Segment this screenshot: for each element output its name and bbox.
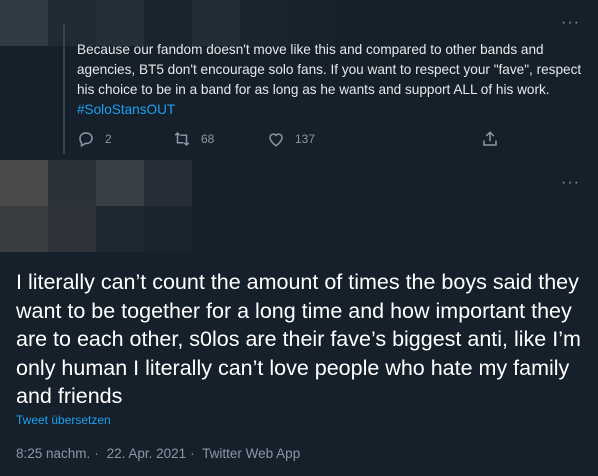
tweet-thread: ··· Because our fandom doesn't move like… <box>0 0 598 476</box>
like-count: 137 <box>295 132 316 146</box>
reply-button[interactable]: 2 <box>77 130 112 148</box>
share-button[interactable] <box>481 130 499 148</box>
tweet-time[interactable]: 8:25 nachm. <box>16 446 90 461</box>
tweet-date[interactable]: 22. Apr. 2021 <box>107 446 187 461</box>
main-tweet: ··· I literally can’t count the amount o… <box>0 160 598 476</box>
translate-tweet-link[interactable]: Tweet übersetzen <box>16 413 111 427</box>
retweet-button[interactable]: 68 <box>173 130 214 148</box>
meta-separator: · <box>190 446 195 461</box>
reply-tweet-body: Because our fandom doesn't move like thi… <box>77 42 582 97</box>
reply-icon <box>79 132 93 148</box>
like-button[interactable]: 137 <box>267 130 315 148</box>
tweet-metadata: 8:25 nachm. · 22. Apr. 2021 · Twitter Web … <box>16 446 304 461</box>
meta-separator: · <box>94 446 99 461</box>
reply-tweet-text: Because our fandom doesn't move like thi… <box>77 40 582 120</box>
main-tweet-text: I literally can’t count the amount of ti… <box>16 270 581 408</box>
retweet-icon <box>174 131 190 147</box>
tweet-actions: 2 68 137 <box>77 130 517 154</box>
blurred-author-name[interactable] <box>0 206 192 252</box>
reply-count: 2 <box>105 132 112 146</box>
blurred-author-avatar[interactable] <box>0 160 192 206</box>
heart-icon <box>269 133 283 147</box>
more-options-icon[interactable]: ··· <box>561 174 580 192</box>
more-options-icon[interactable]: ··· <box>561 14 580 32</box>
tweet-source: Twitter Web App <box>202 446 301 461</box>
reply-tweet[interactable]: ··· Because our fandom doesn't move like… <box>0 0 598 160</box>
hashtag-link[interactable]: #SoloStansOUT <box>77 102 175 117</box>
share-icon <box>483 131 497 146</box>
retweet-count: 68 <box>201 132 215 146</box>
thread-connector-line <box>63 24 65 154</box>
